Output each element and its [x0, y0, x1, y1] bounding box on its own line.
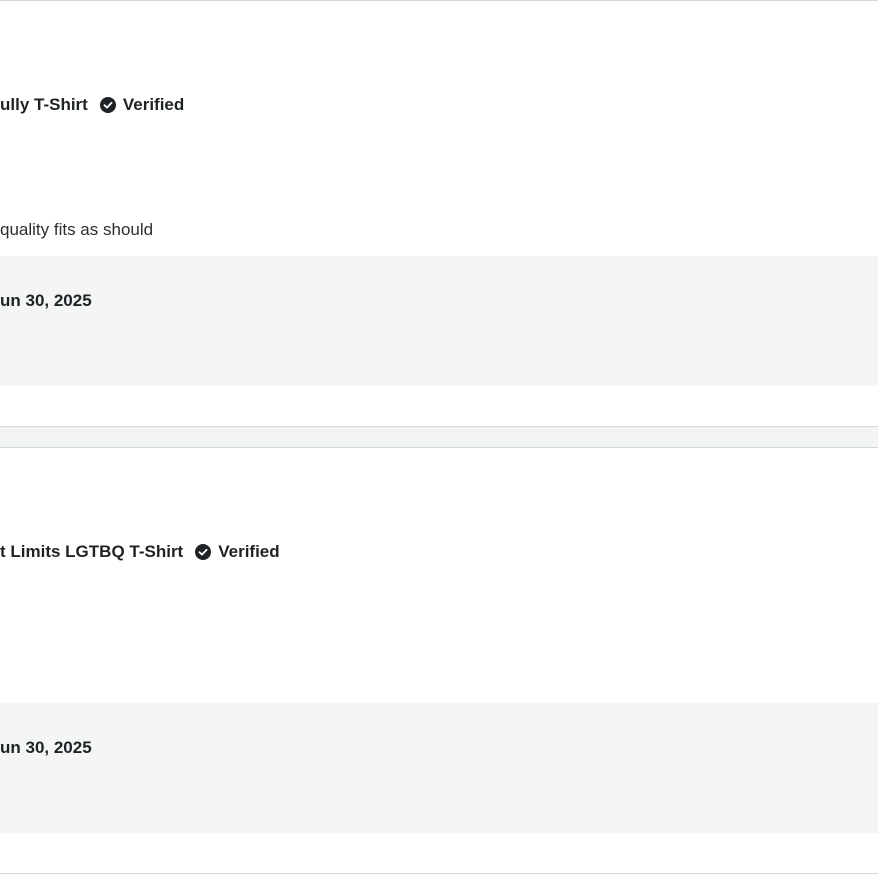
verified-badge: Verified — [122, 95, 185, 114]
review-body: quality fits as should — [0, 220, 154, 239]
review-card: ully T-Shirt Verified quality fits as sh… — [0, 0, 878, 426]
review-footer: un 30, 2025 — [0, 256, 878, 386]
verified-badge: Verified — [218, 542, 280, 561]
review-date: un 30, 2025 — [0, 738, 92, 757]
review-date: un 30, 2025 — [0, 291, 92, 310]
check-circle-icon — [99, 97, 116, 113]
review-product-line: ully T-Shirt Verified — [0, 94, 184, 116]
review-footer: un 30, 2025 — [0, 703, 878, 833]
section-gap — [0, 427, 878, 447]
review-product-line: t Limits LGTBQ T-Shirt Verified — [0, 541, 280, 563]
check-circle-icon — [195, 544, 212, 560]
review-product-name[interactable]: ully T-Shirt — [0, 95, 88, 115]
reviews-list: ully T-Shirt Verified quality fits as sh… — [0, 0, 878, 878]
review-product-name[interactable]: t Limits LGTBQ T-Shirt — [0, 542, 183, 562]
divider — [0, 873, 878, 874]
review-card: t Limits LGTBQ T-Shirt Verified un 30, 2… — [0, 448, 878, 874]
